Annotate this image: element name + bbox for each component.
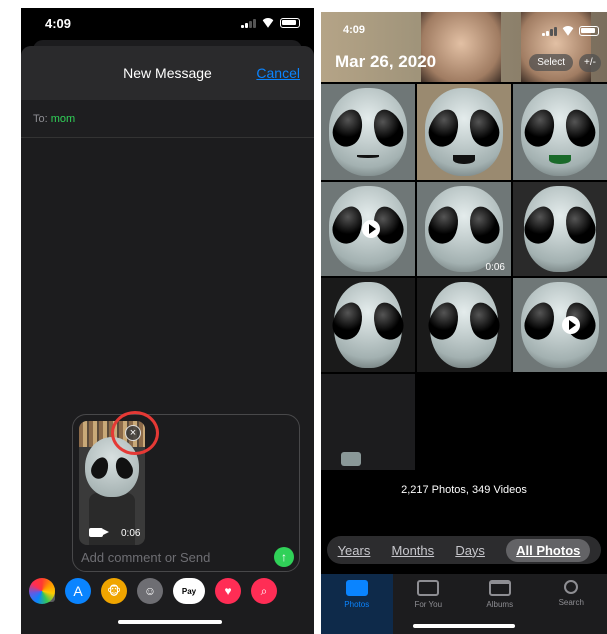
send-button[interactable]: ↑ — [274, 547, 294, 567]
home-indicator[interactable] — [413, 624, 515, 628]
imessage-app-drawer: A 🐵 ☺ Pay ♥ ⌕ — [29, 578, 314, 606]
play-icon — [561, 315, 580, 334]
video-camera-icon — [89, 528, 109, 537]
screenshot-frame: 4:09 New Message Cancel To: mom 0:06 × A… — [0, 0, 607, 634]
photo-thumbnail[interactable] — [513, 84, 607, 180]
tab-for-you-label: For You — [414, 600, 443, 609]
battery-icon — [280, 18, 300, 28]
compose-box[interactable]: 0:06 × ↑ — [72, 411, 300, 572]
tab-albums-label: Albums — [486, 600, 514, 609]
video-duration: 0:06 — [121, 528, 141, 539]
segment-years[interactable]: Years — [338, 543, 371, 558]
status-icons — [241, 18, 300, 28]
highlight-circle-annotation — [111, 411, 159, 455]
to-prefix: To: — [33, 113, 48, 125]
photo-thumbnail[interactable] — [417, 278, 511, 372]
select-button[interactable]: Select — [529, 54, 573, 71]
signal-icon — [542, 26, 557, 36]
face-photo — [521, 12, 591, 82]
small-alien-preview — [341, 452, 361, 466]
video-duration: 0:06 — [485, 262, 505, 273]
library-count: 2,217 Photos, 349 Videos — [401, 484, 527, 496]
status-time: 4:09 — [45, 16, 72, 31]
video-thumbnail[interactable] — [513, 278, 607, 372]
status-time: 4:09 — [343, 24, 366, 36]
apple-pay-icon[interactable]: Pay — [173, 578, 205, 604]
section-date: Mar 26, 2020 — [335, 52, 437, 71]
apple-pay-label: Pay — [181, 586, 197, 596]
app-store-icon[interactable]: A — [65, 578, 91, 604]
animoji-monkey-icon[interactable]: 🐵 — [101, 578, 127, 604]
digital-touch-heart-icon[interactable]: ♥ — [215, 578, 241, 604]
eye-left — [88, 454, 112, 482]
photo-thumbnail[interactable] — [321, 84, 415, 180]
tab-search-label: Search — [558, 598, 584, 607]
wifi-icon — [561, 26, 575, 36]
battery-icon — [579, 26, 599, 36]
segment-all-photos[interactable]: All Photos — [506, 538, 591, 562]
images-search-icon[interactable]: ⌕ — [251, 578, 277, 604]
video-thumbnail[interactable]: 0:06 — [417, 182, 511, 276]
video-thumbnail[interactable] — [321, 182, 415, 276]
photo-thumbnail[interactable] — [321, 278, 415, 372]
library-view-segmented-control: Years Months Days All Photos — [327, 536, 601, 564]
to-label: To: mom — [33, 113, 75, 125]
tab-photos-label: Photos — [344, 600, 370, 609]
messages-screen: 4:09 New Message Cancel To: mom 0:06 × A… — [21, 8, 314, 634]
photos-app-icon[interactable] — [29, 578, 55, 604]
tab-photos[interactable]: Photos — [321, 574, 393, 634]
comment-input[interactable] — [81, 547, 281, 567]
photo-thumbnail[interactable] — [321, 374, 415, 470]
segment-months[interactable]: Months — [392, 543, 435, 558]
photo-thumbnail[interactable] — [513, 182, 607, 276]
new-message-sheet: New Message Cancel To: mom 0:06 × Add co… — [21, 46, 314, 634]
cancel-button[interactable]: Cancel — [256, 65, 300, 81]
signal-icon — [241, 18, 256, 28]
status-icons — [542, 26, 599, 36]
memoji-stickers-icon[interactable]: ☺ — [137, 578, 163, 604]
zoom-toggle-button[interactable]: +/- — [579, 54, 601, 72]
play-icon — [362, 219, 381, 238]
eye-right — [112, 454, 136, 482]
wifi-icon — [261, 18, 275, 28]
tab-search[interactable]: Search — [536, 574, 607, 634]
home-indicator[interactable] — [118, 620, 222, 624]
segment-days[interactable]: Days — [455, 543, 485, 558]
status-bar: 4:09 — [21, 8, 314, 44]
photo-thumbnail[interactable] — [417, 84, 511, 180]
to-field[interactable]: To: mom — [21, 100, 314, 138]
search-tab-icon — [564, 580, 579, 594]
photos-tab-icon — [345, 580, 368, 596]
recipient-name[interactable]: mom — [51, 113, 75, 125]
for-you-tab-icon — [417, 580, 440, 596]
sheet-header: New Message Cancel — [21, 46, 314, 100]
photos-screen: 4:09 Mar 26, 2020 Select +/- 0:06 2,217 … — [321, 12, 607, 634]
albums-tab-icon — [488, 580, 511, 596]
